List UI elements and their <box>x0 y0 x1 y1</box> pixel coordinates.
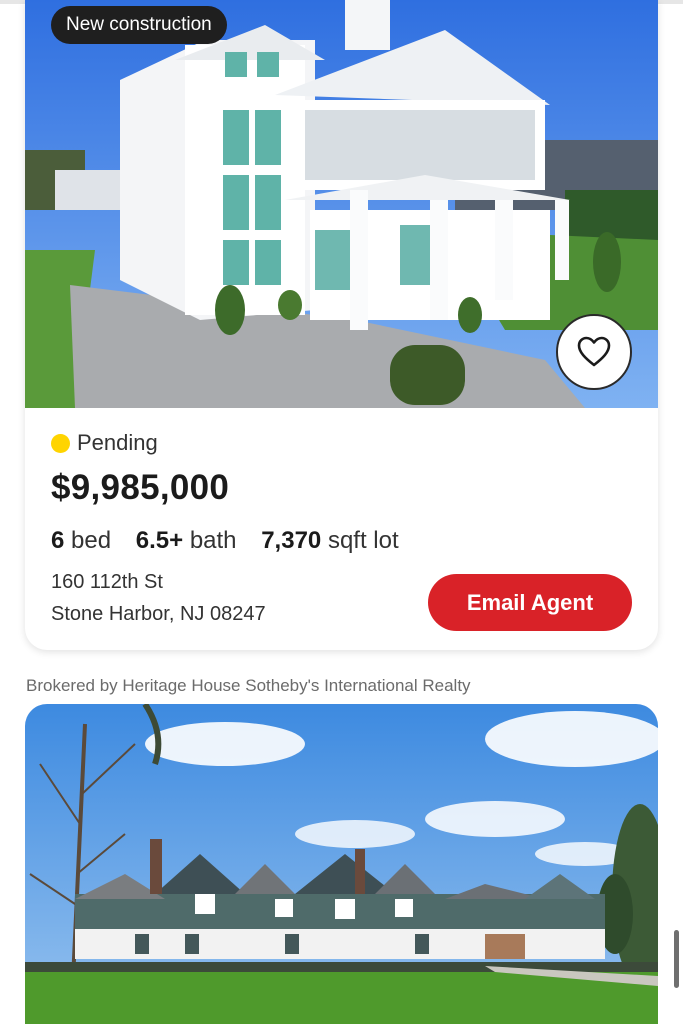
heart-outline-icon <box>577 336 611 367</box>
listing-specs: 6 bed 6.5+ bath 7,370 sqft lot <box>51 527 399 555</box>
lot-spec: 7,370 sqft lot <box>261 527 398 554</box>
beds-count: 6 <box>51 527 65 554</box>
listing-card[interactable]: New construction Pending $9,985,000 6 be… <box>25 0 658 650</box>
broker-attribution: Brokered by Heritage House Sotheby's Int… <box>26 676 471 695</box>
lot-unit: sqft lot <box>327 527 399 554</box>
new-construction-badge: New construction <box>51 6 227 44</box>
baths-spec: 6.5+ bath <box>136 527 237 554</box>
status-label: Pending <box>77 430 158 455</box>
baths-count: 6.5+ <box>135 527 184 554</box>
scrollbar[interactable] <box>674 930 679 988</box>
listing-status: Pending <box>51 430 158 456</box>
address-line-2: Stone Harbor, NJ 08247 <box>51 603 266 625</box>
address-line-1: 160 112th St <box>51 571 163 593</box>
listing-card-2[interactable] <box>25 704 658 1024</box>
baths-unit: bath <box>189 527 237 554</box>
listing-price: $9,985,000 <box>51 468 230 507</box>
favorite-button[interactable] <box>556 314 632 390</box>
status-dot-icon <box>51 433 70 453</box>
listing-2-photo[interactable] <box>25 704 658 1024</box>
lot-size: 7,370 <box>261 527 322 554</box>
email-agent-button[interactable]: Email Agent <box>428 574 632 631</box>
beds-spec: 6 bed <box>51 527 111 554</box>
beds-unit: bed <box>71 527 112 554</box>
listing-photo[interactable]: New construction <box>25 0 658 408</box>
